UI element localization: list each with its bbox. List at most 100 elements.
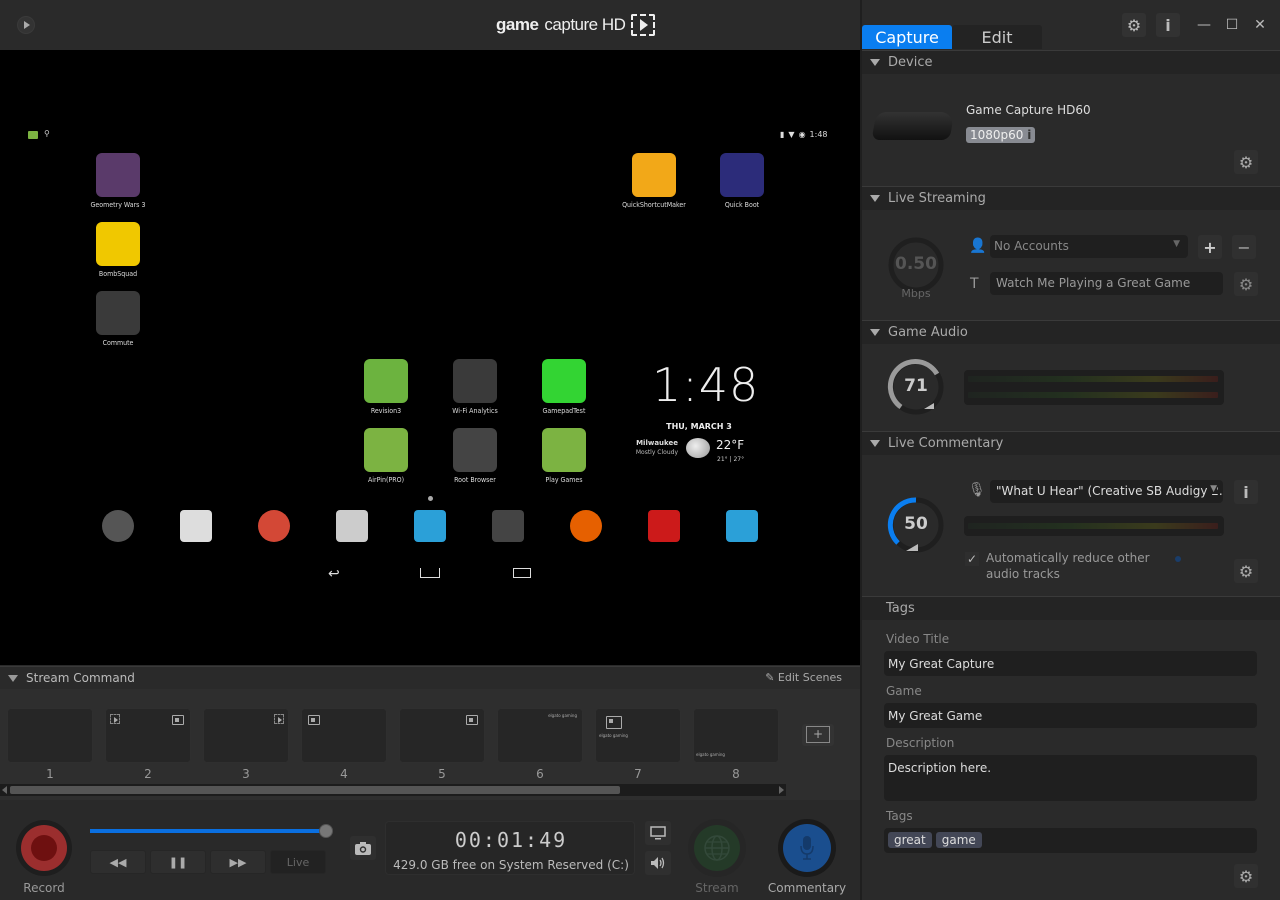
scene-slot[interactable]	[203, 708, 289, 763]
record-icon	[31, 835, 57, 861]
tags-settings-button[interactable]: ⚙	[1234, 864, 1258, 888]
scene-slot[interactable]: elgato gaming	[693, 708, 779, 763]
scene-slot[interactable]	[399, 708, 485, 763]
timeline-scrubber[interactable]	[319, 824, 333, 838]
stream-command-header[interactable]: Stream Command	[0, 667, 860, 689]
dock-chrome-beta-icon[interactable]	[258, 510, 290, 542]
android-app-icon[interactable]	[542, 359, 586, 403]
settings-button[interactable]: ⚙	[1122, 13, 1146, 37]
dock-root-browser-icon[interactable]	[492, 510, 524, 542]
device-settings-button[interactable]: ⚙	[1234, 150, 1258, 174]
commentary-label: Commentary	[767, 881, 847, 895]
add-account-button[interactable]: +	[1198, 235, 1222, 259]
scroll-left-icon[interactable]	[2, 786, 7, 794]
stream-title-input[interactable]: Watch Me Playing a Great Game	[990, 272, 1223, 295]
timeline-progress[interactable]	[90, 829, 326, 833]
android-app-icon[interactable]	[364, 359, 408, 403]
tab-edit[interactable]: Edit	[952, 25, 1042, 49]
scene-slot[interactable]: elgato gaming	[497, 708, 583, 763]
dock-equalizer-icon[interactable]	[726, 510, 758, 542]
stream-button[interactable]	[688, 819, 746, 877]
commentary-settings-button[interactable]: ⚙	[1234, 559, 1258, 583]
fast-forward-button[interactable]: ▶▶	[210, 850, 266, 874]
minimize-button[interactable]: —	[1190, 17, 1218, 33]
scenes-scrollbar[interactable]	[0, 784, 786, 796]
dock-youtube-icon[interactable]	[648, 510, 680, 542]
video-preview[interactable]: ⚲ ▮ ▼ ◉ 1:48 1:48 THU, MARCH 3 Milwaukee…	[0, 50, 860, 665]
dock-firefox-icon[interactable]	[570, 510, 602, 542]
elgato-watermark: elgato gaming	[548, 713, 577, 718]
tag-chip[interactable]: game	[935, 832, 982, 848]
dock-app-drawer-icon[interactable]	[102, 510, 134, 542]
close-button[interactable]: ✕	[1246, 17, 1274, 33]
resolution-badge[interactable]: 1080p60 i	[966, 127, 1036, 143]
record-button[interactable]	[16, 820, 72, 876]
tag-chip[interactable]: great	[888, 832, 932, 848]
live-commentary-section-header[interactable]: Live Commentary	[862, 431, 1280, 455]
scene-slot[interactable]	[301, 708, 387, 763]
commentary-info-button[interactable]: i	[1234, 480, 1258, 504]
speaker-button[interactable]	[645, 851, 671, 875]
android-app-icon[interactable]	[453, 428, 497, 472]
dock-settings-icon[interactable]	[336, 510, 368, 542]
stream-command-title: Stream Command	[26, 671, 135, 685]
stream-command-panel: Stream Command ✎ Edit Scenes 1 2 3 4 5 elgato…	[0, 666, 860, 800]
scene-slot[interactable]: elgato gaming	[595, 708, 681, 763]
maximize-button[interactable]: ☐	[1218, 17, 1246, 33]
usb-icon: ⚲	[44, 129, 50, 138]
auto-reduce-checkbox[interactable]: ✓	[965, 552, 979, 566]
android-app-icon[interactable]	[96, 291, 140, 335]
scroll-thumb[interactable]	[10, 786, 620, 794]
scroll-right-icon[interactable]	[779, 786, 784, 794]
device-image	[871, 112, 955, 140]
game-input[interactable]: My Great Game	[884, 703, 1257, 728]
info-button[interactable]: i	[1156, 13, 1180, 37]
scene-slot[interactable]	[7, 708, 93, 763]
auto-reduce-label: Automatically reduce other audio tracks	[986, 551, 1150, 581]
android-app-icon[interactable]	[96, 222, 140, 266]
android-app-icon[interactable]	[720, 153, 764, 197]
gear-icon: ⚙	[1238, 561, 1254, 581]
snapshot-button[interactable]	[350, 836, 376, 860]
dock-kodi-icon[interactable]	[414, 510, 446, 542]
android-app-icon[interactable]	[364, 428, 408, 472]
home-nav-icon[interactable]	[420, 568, 440, 578]
rewind-icon: ◀◀	[109, 855, 127, 869]
android-app-icon[interactable]	[453, 359, 497, 403]
pause-button[interactable]: ❚❚	[150, 850, 206, 874]
logo-bold: game	[496, 15, 539, 34]
description-textarea[interactable]: Description here.	[884, 755, 1257, 801]
right-panel: ⚙ i — ☐ ✕ Capture Edit Device Game Captu…	[860, 0, 1280, 900]
tags-input[interactable]: great game	[884, 828, 1257, 853]
scene-slot[interactable]	[105, 708, 191, 763]
remove-account-button[interactable]: −	[1232, 235, 1256, 259]
collapse-triangle-icon	[870, 59, 880, 66]
dock-play-store-icon[interactable]	[180, 510, 212, 542]
android-app-icon[interactable]	[96, 153, 140, 197]
user-account-icon: 👤	[969, 238, 987, 254]
back-nav-icon[interactable]: ↩	[328, 566, 340, 582]
recents-nav-icon[interactable]	[513, 568, 531, 578]
commentary-button[interactable]	[778, 819, 836, 877]
game-audio-section-header[interactable]: Game Audio	[862, 320, 1280, 344]
live-streaming-section-header[interactable]: Live Streaming	[862, 186, 1280, 210]
edit-scenes-button[interactable]: ✎ Edit Scenes	[765, 671, 842, 684]
account-select[interactable]: No Accounts ▼	[990, 235, 1188, 258]
rewind-button[interactable]: ◀◀	[90, 850, 146, 874]
capture-bracket-icon	[631, 14, 656, 36]
add-scene-button[interactable]	[802, 724, 834, 746]
tab-capture[interactable]: Capture	[862, 25, 952, 49]
app-menu-icon[interactable]	[17, 16, 35, 34]
commentary-device-select[interactable]: "What U Hear" (Creative SB Audigy 2... ▼	[990, 480, 1223, 503]
device-section-header[interactable]: Device	[862, 50, 1280, 74]
stream-settings-button[interactable]: ⚙	[1234, 272, 1258, 296]
video-title-input[interactable]: My Great Capture	[884, 651, 1257, 676]
android-app-icon[interactable]	[632, 153, 676, 197]
live-button[interactable]: Live	[270, 850, 326, 874]
monitor-button[interactable]	[645, 821, 671, 845]
elgato-watermark: elgato gaming	[599, 733, 628, 738]
monitor-icon	[650, 826, 666, 840]
android-app-icon[interactable]	[542, 428, 586, 472]
info-icon: i	[1243, 482, 1249, 502]
window-controls: ⚙ i — ☐ ✕	[1122, 12, 1280, 38]
